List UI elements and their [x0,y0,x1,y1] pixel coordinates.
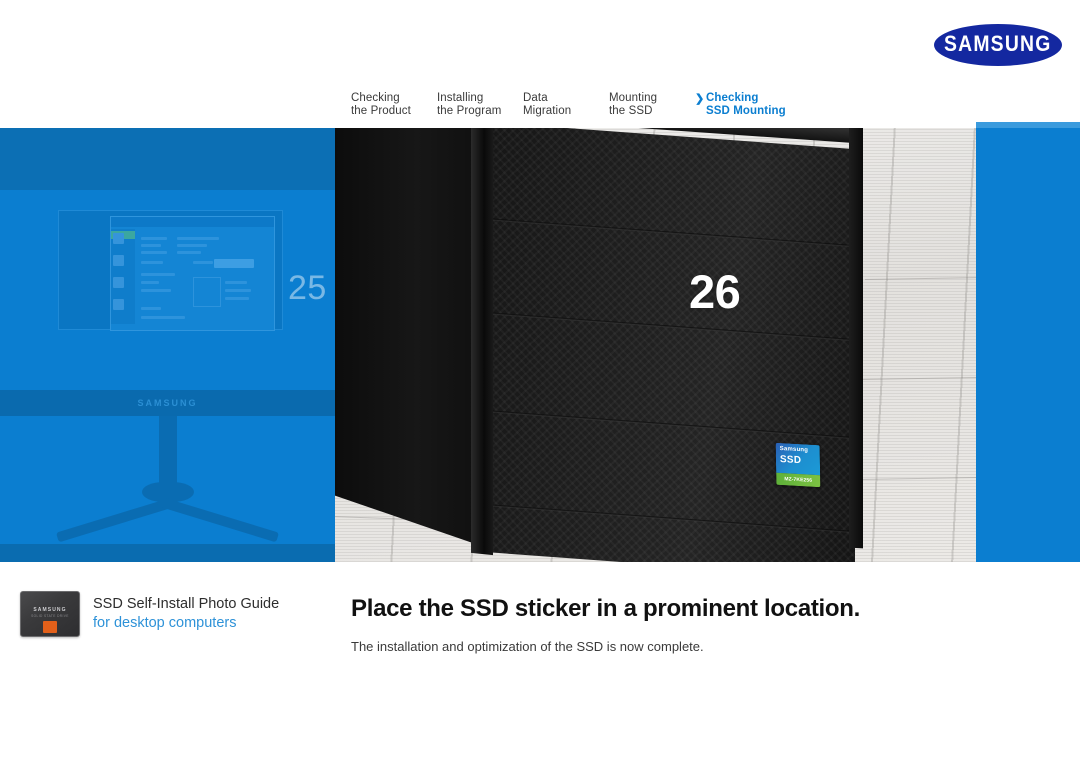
sticker-product-label: SSD [779,453,802,467]
preview-sidebar-icon [113,299,124,310]
preview-magician-window [110,216,275,331]
samsung-logo: SAMSUNG [934,24,1062,66]
chevron-right-icon: ❯ [695,93,705,105]
case-right-edge [849,128,863,549]
nav-item-checking-ssd-mounting[interactable]: ❯ Checking SSD Mounting [695,92,805,117]
nav-label-line2: SSD Mounting [706,104,786,117]
thumbnail-orange-chip [43,621,57,633]
preview-sidebar-icon [113,255,124,266]
logo-ellipse: SAMSUNG [934,24,1062,66]
case-front-panel [485,128,855,562]
nav-item-mounting-ssd[interactable]: Mounting the SSD [609,92,695,117]
case-mesh-texture [485,128,855,562]
thumbnail-sub-label: SOLID STATE DRIVE [31,614,69,618]
preview-text-line [141,281,159,284]
section-nav: Checking the Product Installing the Prog… [351,92,805,117]
page-headline: Place the SSD sticker in a prominent loc… [351,595,861,622]
ssd-sticker: Samsung SSD MZ-7KE256 [775,442,821,488]
guide-branding: SAMSUNG SOLID STATE DRIVE SSD Self-Insta… [20,591,279,637]
sticker-top-area: Samsung SSD [775,442,821,476]
preview-taskbar [0,544,335,562]
preview-text-line [177,251,201,254]
preview-text-line [225,297,249,300]
nav-label-line2: the SSD [609,104,653,117]
preview-window-button [230,259,254,268]
preview-desktop-top [0,128,335,190]
preview-monitor-stand [0,416,335,562]
nav-label-line1: Checking [351,92,400,104]
preview-sidebar-icons [113,233,127,321]
nav-label-line1: Checking [706,92,759,104]
preview-text-line [177,244,207,247]
sticker-model-badge: MZ-7KE256 [776,472,821,488]
stand-leg-right [156,496,279,543]
preview-sidebar-icon [113,277,124,288]
preview-sidebar-icon [113,233,124,244]
preview-text-line [141,261,163,264]
nav-label-line2: the Product [351,104,411,117]
guide-title-block: SSD Self-Install Photo Guide for desktop… [93,595,279,633]
preview-text-line [141,237,167,240]
preview-text-line [193,261,213,264]
preview-text-line [225,281,247,284]
preview-text-line [225,289,251,292]
next-page-top-accent [976,122,1080,128]
nav-item-data-migration[interactable]: Data Migration [523,92,609,117]
ssd-product-thumbnail: SAMSUNG SOLID STATE DRIVE [20,591,80,637]
preview-text-line [141,307,161,310]
thumbnail-brand-label: SAMSUNG [33,607,67,613]
nav-item-checking-product[interactable]: Checking the Product [351,92,437,117]
sticker-brand-label: Samsung [779,445,809,454]
next-page-preview[interactable] [976,122,1080,562]
nav-label-line2: the Program [437,104,502,117]
preview-text-line [141,244,161,247]
hero-photo-desktop-pc: Samsung SSD MZ-7KE256 26 [335,128,976,562]
guide-page: SAMSUNG Checking the Product Installing … [0,0,1080,763]
current-page-number: 26 [689,265,741,318]
previous-page-preview[interactable]: SAMSUNG [0,128,335,562]
nav-label-line1: Mounting [609,92,658,104]
preview-text-line [141,251,167,254]
preview-text-line [141,289,171,292]
previous-page-number[interactable]: 25 [288,269,327,308]
preview-monitor-brand: SAMSUNG [137,398,198,408]
nav-label-line1: Installing [437,92,484,104]
desktop-pc-case [335,128,871,562]
preview-text-line [177,237,219,240]
page-subline: The installation and optimization of the… [351,639,704,654]
guide-subtitle: for desktop computers [93,615,237,631]
preview-text-line [141,316,185,319]
preview-monitor-bezel: SAMSUNG [0,390,335,416]
nav-label-line2: Migration [523,104,572,117]
case-side-panel [335,128,493,551]
preview-text-line [141,273,175,276]
preview-highlight-box [193,277,221,307]
nav-item-installing-program[interactable]: Installing the Program [437,92,523,117]
hero-band: SAMSUNG Samsung SSD MZ-7KE256 26 25 [0,122,1080,562]
logo-text: SAMSUNG [944,32,1052,57]
preview-window-titlebar [111,217,274,227]
nav-label-line1: Data [523,92,548,104]
guide-title: SSD Self-Install Photo Guide [93,596,280,612]
case-front-edge [471,128,493,556]
